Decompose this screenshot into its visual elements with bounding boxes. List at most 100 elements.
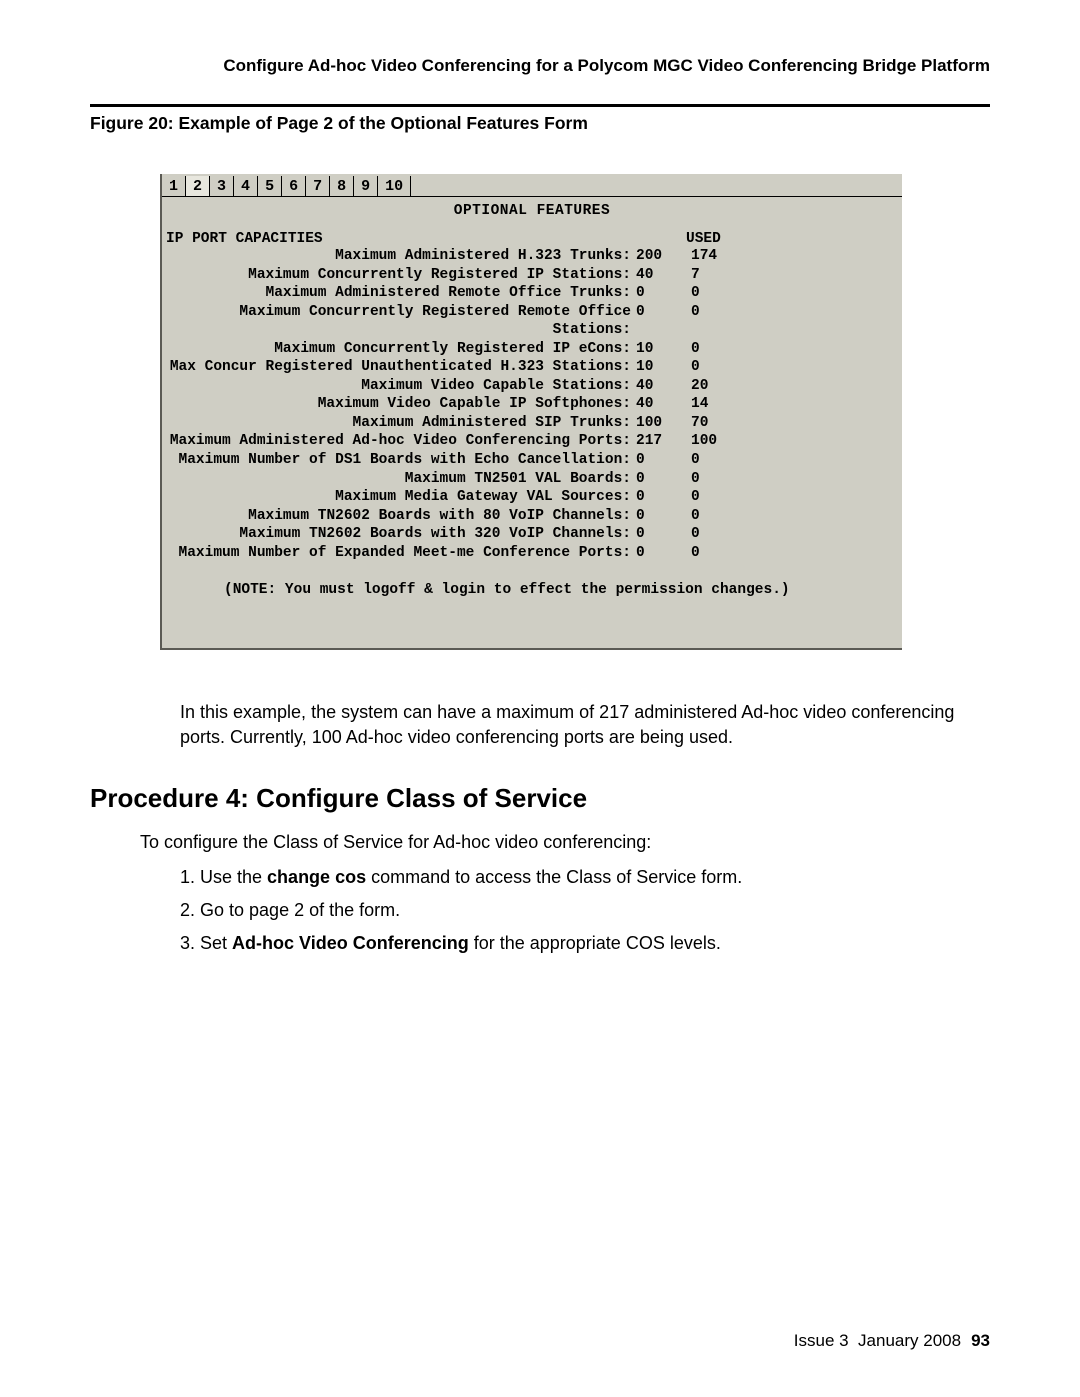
page-header: Configure Ad-hoc Video Conferencing for … [90,56,990,76]
row-label: Maximum Media Gateway VAL Sources: [166,488,631,507]
row-used: 0 [691,525,700,544]
tab-8[interactable]: 8 [330,176,354,196]
row-used: 0 [691,488,700,507]
capacity-row: Maximum Administered Remote Office Trunk… [166,284,898,303]
tab-1[interactable]: 1 [162,176,186,196]
capacity-row: Maximum Administered SIP Trunks: 100 70 [166,414,898,433]
horizontal-rule [90,104,990,107]
tab-2[interactable]: 2 [186,176,210,196]
row-value: 40 [636,395,671,414]
capacity-row: Maximum Concurrently Registered Remote O… [166,303,898,340]
row-value: 10 [636,358,671,377]
row-label: Maximum Administered SIP Trunks: [166,414,631,433]
row-used: 0 [691,507,700,526]
body-paragraph: In this example, the system can have a m… [180,700,990,749]
page-footer: Issue 3 January 2008 93 [794,1331,990,1351]
row-used: 0 [691,470,700,489]
capacity-row: Maximum Number of Expanded Meet-me Confe… [166,544,898,563]
footer-date: January 2008 [858,1331,961,1350]
row-used: 0 [691,303,700,340]
used-header: USED [686,231,721,247]
row-used: 14 [691,395,708,414]
row-label: Maximum Concurrently Registered IP Stati… [166,266,631,285]
row-value: 0 [636,451,671,470]
row-value: 40 [636,266,671,285]
step-2: 2. Go to page 2 of the form. [180,900,990,921]
row-label: Maximum Video Capable IP Softphones: [166,395,631,414]
row-label: Maximum Administered H.323 Trunks: [166,247,631,266]
row-used: 100 [691,432,717,451]
procedure-steps: 1. Use the change cos command to access … [180,867,990,954]
figure-caption: Figure 20: Example of Page 2 of the Opti… [90,113,990,134]
capacity-row: Max Concur Registered Unauthenticated H.… [166,358,898,377]
tab-strip: 12345678910 [162,174,902,197]
capacity-row: Maximum TN2602 Boards with 320 VoIP Chan… [166,525,898,544]
tab-5[interactable]: 5 [258,176,282,196]
terminal-screenshot: 12345678910 OPTIONAL FEATURES IP PORT CA… [160,174,902,650]
tab-7[interactable]: 7 [306,176,330,196]
tab-6[interactable]: 6 [282,176,306,196]
capacity-row: Maximum TN2602 Boards with 80 VoIP Chann… [166,507,898,526]
step-3: 3. Set Ad-hoc Video Conferencing for the… [180,933,990,954]
command-name: change cos [267,867,366,887]
capacity-row: Maximum Concurrently Registered IP eCons… [166,340,898,359]
tab-4[interactable]: 4 [234,176,258,196]
capacity-row: Maximum Concurrently Registered IP Stati… [166,266,898,285]
row-used: 7 [691,266,700,285]
row-label: Maximum TN2602 Boards with 80 VoIP Chann… [166,507,631,526]
row-value: 200 [636,247,671,266]
capacity-row: Maximum Number of DS1 Boards with Echo C… [166,451,898,470]
row-value: 217 [636,432,671,451]
row-value: 0 [636,488,671,507]
row-value: 10 [636,340,671,359]
row-label: Maximum Number of DS1 Boards with Echo C… [166,451,631,470]
footer-issue: Issue 3 [794,1331,849,1350]
step-text: for the appropriate COS levels. [469,933,721,953]
row-value: 0 [636,544,671,563]
terminal-title: OPTIONAL FEATURES [166,203,898,219]
document-page: Configure Ad-hoc Video Conferencing for … [0,0,1080,1397]
row-value: 40 [636,377,671,396]
row-used: 20 [691,377,708,396]
row-label: Maximum Number of Expanded Meet-me Confe… [166,544,631,563]
row-value: 0 [636,303,671,340]
procedure-intro: To configure the Class of Service for Ad… [140,832,990,853]
row-used: 0 [691,544,700,563]
row-value: 0 [636,470,671,489]
tab-9[interactable]: 9 [354,176,378,196]
capacity-rows: Maximum Administered H.323 Trunks:200174… [166,247,898,562]
row-used: 0 [691,284,700,303]
step-text: 3. Set [180,933,232,953]
row-label: Maximum Administered Remote Office Trunk… [166,284,631,303]
row-label: Maximum TN2602 Boards with 320 VoIP Chan… [166,525,631,544]
row-label: Maximum TN2501 VAL Boards: [166,470,631,489]
capacity-row: Maximum Video Capable Stations: 40 20 [166,377,898,396]
row-value: 0 [636,525,671,544]
footer-page-number: 93 [971,1331,990,1350]
capacity-row: Maximum Administered Ad-hoc Video Confer… [166,432,898,451]
tab-3[interactable]: 3 [210,176,234,196]
row-used: 174 [691,247,717,266]
step-1: 1. Use the change cos command to access … [180,867,990,888]
capacity-row: Maximum Video Capable IP Softphones: 40 14 [166,395,898,414]
capacity-row: Maximum Administered H.323 Trunks: 200 174 [166,247,898,266]
capacity-row: Maximum TN2501 VAL Boards: 0 0 [166,470,898,489]
terminal-note: (NOTE: You must logoff & login to effect… [166,582,898,598]
row-used: 0 [691,340,700,359]
capacity-row: Maximum Media Gateway VAL Sources: 0 0 [166,488,898,507]
row-used: 0 [691,358,700,377]
row-value: 0 [636,507,671,526]
row-value: 100 [636,414,671,433]
step-text: 1. Use the [180,867,267,887]
row-label: Maximum Video Capable Stations: [166,377,631,396]
row-label: Maximum Administered Ad-hoc Video Confer… [166,432,631,451]
row-label: Max Concur Registered Unauthenticated H.… [166,358,631,377]
step-text: command to access the Class of Service f… [366,867,742,887]
row-label: Maximum Concurrently Registered IP eCons… [166,340,631,359]
row-used: 0 [691,451,700,470]
tab-10[interactable]: 10 [378,176,411,196]
section-heading: Procedure 4: Configure Class of Service [90,783,990,814]
section-label: IP PORT CAPACITIES [166,231,636,247]
row-used: 70 [691,414,708,433]
feature-name: Ad-hoc Video Conferencing [232,933,469,953]
